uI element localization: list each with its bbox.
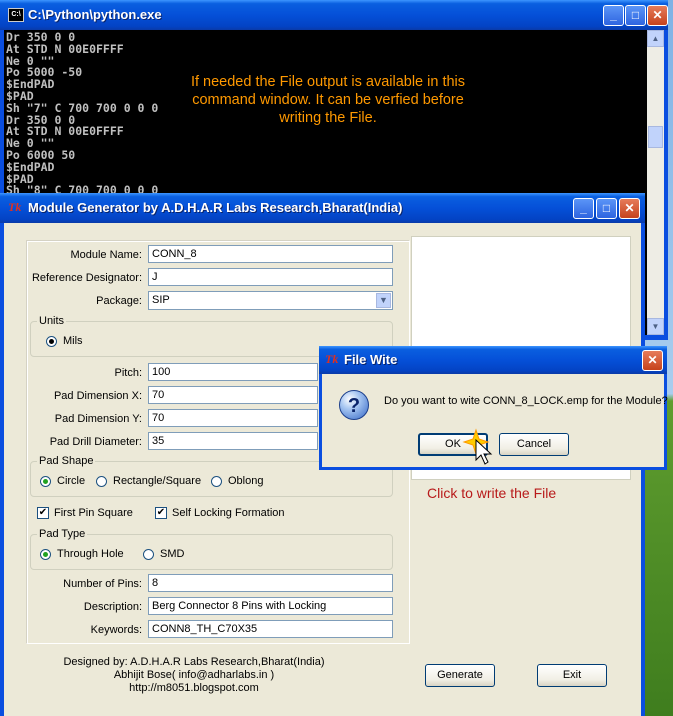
modgen-maximize-button[interactable]: □ bbox=[596, 198, 617, 219]
console-text: Dr 350 0 0 At STD N 00E0FFFF Ne 0 "" Po 500… bbox=[6, 31, 158, 197]
cancel-button[interactable]: Cancel bbox=[499, 433, 569, 456]
self-locking-label: Self Locking Formation bbox=[172, 507, 285, 519]
num-pins-input[interactable]: 8 bbox=[148, 574, 393, 592]
pitch-input[interactable]: 100 bbox=[148, 363, 318, 381]
modgen-minimize-button[interactable]: _ bbox=[573, 198, 594, 219]
pad-type-through-hole-label: Through Hole bbox=[57, 548, 124, 560]
tk-icon: Tk bbox=[8, 200, 22, 214]
pad-shape-rectangle-label: Rectangle/Square bbox=[113, 475, 202, 487]
modgen-title: Module Generator by A.D.H.A.R Labs Resea… bbox=[28, 200, 403, 215]
label-pad-dim-y: Pad Dimension Y: bbox=[54, 413, 142, 425]
units-mils-label: Mils bbox=[63, 335, 83, 347]
pad-dim-x-input[interactable]: 70 bbox=[148, 386, 318, 404]
credits-line-1: Designed by: A.D.H.A.R Labs Research,Bha… bbox=[63, 656, 325, 668]
pad-shape-circle-radio[interactable] bbox=[40, 476, 51, 487]
console-scrollbar[interactable]: ▲ ▼ bbox=[647, 30, 664, 335]
pad-shape-circle-label: Circle bbox=[57, 475, 86, 487]
package-value: SIP bbox=[152, 294, 170, 306]
dialog-close-button[interactable]: ✕ bbox=[642, 350, 663, 371]
pad-type-group: Pad Type Through Hole SMD bbox=[30, 528, 393, 570]
console-title: C:\Python\python.exe bbox=[28, 7, 162, 22]
units-mils-radio[interactable] bbox=[46, 336, 57, 347]
label-pad-dim-x: Pad Dimension X: bbox=[53, 390, 142, 402]
units-title: Units bbox=[37, 315, 67, 327]
pad-shape-rectangle-radio[interactable] bbox=[96, 476, 107, 487]
tk-icon: Tk bbox=[325, 352, 339, 366]
pad-type-through-hole-radio[interactable] bbox=[40, 549, 51, 560]
cursor-icon bbox=[462, 428, 493, 465]
maximize-icon: □ bbox=[602, 201, 611, 215]
close-icon: ✕ bbox=[647, 353, 658, 367]
label-pitch: Pitch: bbox=[114, 367, 142, 379]
console-app-icon: C:\ bbox=[8, 8, 24, 22]
label-package: Package: bbox=[96, 295, 142, 307]
minimize-icon: _ bbox=[580, 201, 587, 215]
minimize-button[interactable]: _ bbox=[603, 5, 624, 26]
label-module-name: Module Name: bbox=[70, 249, 142, 261]
generate-button[interactable]: Generate bbox=[425, 664, 495, 687]
minimize-icon: _ bbox=[610, 8, 617, 22]
package-select[interactable]: SIP ▼ bbox=[148, 291, 393, 310]
scroll-thumb[interactable] bbox=[648, 126, 663, 148]
dialog-message: Do you want to wite CONN_8_LOCK.emp for … bbox=[384, 395, 668, 407]
first-pin-square-checkbox[interactable]: ✔ bbox=[37, 507, 49, 519]
console-annotation: If needed the File output is available i… bbox=[190, 74, 466, 126]
close-icon: ✕ bbox=[652, 8, 663, 22]
maximize-icon: □ bbox=[631, 8, 640, 22]
dialog-titlebar[interactable]: Tk File Wite ✕ bbox=[319, 346, 667, 374]
question-icon: ? bbox=[339, 390, 369, 420]
click-hint: Click to write the File bbox=[427, 485, 557, 501]
pad-shape-title: Pad Shape bbox=[37, 455, 96, 467]
dialog-title: File Wite bbox=[344, 352, 398, 367]
first-pin-square-label: First Pin Square bbox=[54, 507, 133, 519]
keywords-input[interactable]: CONN8_TH_C70X35 bbox=[148, 620, 393, 638]
pad-dim-y-input[interactable]: 70 bbox=[148, 409, 318, 427]
pad-type-title: Pad Type bbox=[37, 528, 88, 540]
pad-type-smd-label: SMD bbox=[160, 548, 185, 560]
scroll-down-icon[interactable]: ▼ bbox=[647, 318, 664, 335]
scroll-up-icon[interactable]: ▲ bbox=[647, 30, 664, 47]
label-num-pins: Number of Pins: bbox=[63, 578, 142, 590]
label-keywords: Keywords: bbox=[90, 624, 142, 636]
self-locking-checkbox[interactable]: ✔ bbox=[155, 507, 167, 519]
label-pad-drill: Pad Drill Diameter: bbox=[49, 436, 142, 448]
label-description: Description: bbox=[83, 601, 142, 613]
close-icon: ✕ bbox=[624, 201, 635, 215]
description-input[interactable]: Berg Connector 8 Pins with Locking bbox=[148, 597, 393, 615]
chevron-down-icon[interactable]: ▼ bbox=[376, 293, 391, 308]
ref-designator-input[interactable]: J bbox=[148, 268, 393, 286]
modgen-titlebar[interactable]: Tk Module Generator by A.D.H.A.R Labs Re… bbox=[0, 193, 645, 223]
module-name-input[interactable]: CONN_8 bbox=[148, 245, 393, 263]
modgen-close-button[interactable]: ✕ bbox=[619, 198, 640, 219]
close-button[interactable]: ✕ bbox=[647, 5, 668, 26]
credits-line-2: Abhijit Bose( info@adharlabs.in ) bbox=[113, 669, 275, 681]
credits: Designed by: A.D.H.A.R Labs Research,Bha… bbox=[44, 656, 344, 695]
maximize-button[interactable]: □ bbox=[625, 5, 646, 26]
exit-button[interactable]: Exit bbox=[537, 664, 607, 687]
pad-type-smd-radio[interactable] bbox=[143, 549, 154, 560]
pad-shape-oblong-radio[interactable] bbox=[211, 476, 222, 487]
credits-line-3: http://m8051.blogspot.com bbox=[129, 682, 259, 694]
console-titlebar[interactable]: C:\ C:\Python\python.exe _ □ ✕ bbox=[0, 0, 668, 30]
label-ref-designator: Reference Designator: bbox=[31, 272, 142, 284]
pad-shape-oblong-label: Oblong bbox=[228, 475, 264, 487]
pad-drill-input[interactable]: 35 bbox=[148, 432, 318, 450]
